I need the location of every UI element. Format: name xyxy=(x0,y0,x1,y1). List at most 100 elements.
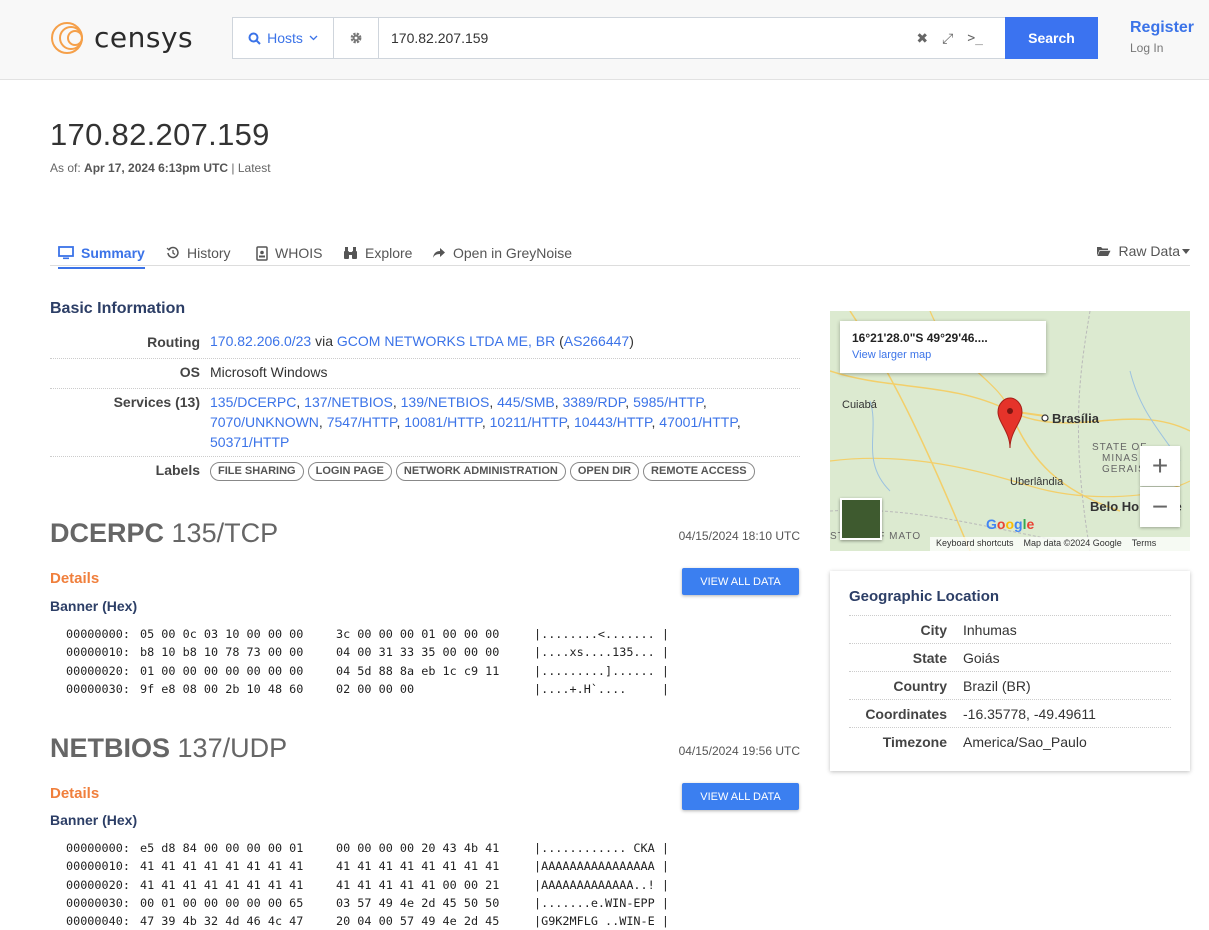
labels-row: Labels FILE SHARING LOGIN PAGE NETWORK ADM… xyxy=(50,456,800,486)
service-port: 135/TCP xyxy=(171,518,279,548)
geo-value: Goiás xyxy=(963,650,1000,666)
tab-whois[interactable]: WHOIS xyxy=(256,242,322,264)
service-link[interactable]: 135/DCERPC xyxy=(210,394,296,410)
hex-bytes: 3c 00 00 00 01 00 00 00 xyxy=(336,627,500,641)
hex-offset: 00000010: xyxy=(66,859,130,874)
service-separator: , xyxy=(702,394,707,410)
search-input[interactable] xyxy=(379,18,917,58)
service-separator: , xyxy=(625,394,634,410)
service-link[interactable]: 10081/HTTP xyxy=(404,414,482,430)
hex-bytes: 01 00 00 00 00 00 00 00 xyxy=(140,663,304,678)
hex-ascii: |........<....... | xyxy=(534,627,669,641)
keyboard-shortcuts-link[interactable]: Keyboard shortcuts xyxy=(936,538,1014,550)
routing-via: via xyxy=(311,333,337,349)
tab-greynoise[interactable]: Open in GreyNoise xyxy=(432,242,572,264)
search-type-dropdown[interactable]: Hosts xyxy=(233,18,334,58)
hex-ascii: |AAAAAAAAAAAAA..! | xyxy=(534,877,669,892)
register-link[interactable]: Register xyxy=(1130,19,1194,37)
routing-prefix-link[interactable]: 170.82.206.0/23 xyxy=(210,333,311,349)
service-separator: , xyxy=(489,394,498,410)
service-link[interactable]: 5985/HTTP xyxy=(633,394,703,410)
map-data-attribution: Map data ©2024 Google xyxy=(1023,538,1122,548)
hex-bytes: 9f e8 08 00 2b 10 48 60 xyxy=(140,681,304,696)
hex-ascii: |.........]...... | xyxy=(534,663,669,678)
zoom-out-button[interactable]: − xyxy=(1140,487,1180,527)
service-link[interactable]: 47001/HTTP xyxy=(659,414,737,430)
service-name: DCERPC xyxy=(50,518,165,548)
hex-ascii: |G9K2MFLG ..WIN-E | xyxy=(534,914,669,929)
routing-org-link[interactable]: GCOM NETWORKS LTDA ME, BR xyxy=(337,333,555,349)
service-port: 137/UDP xyxy=(177,733,288,763)
hex-bytes: 41 41 41 41 41 00 00 21 xyxy=(336,877,500,892)
os-label: OS xyxy=(179,364,200,380)
hex-bytes: 41 41 41 41 41 41 41 41 xyxy=(140,877,304,892)
search-settings-button[interactable] xyxy=(334,18,379,58)
zoom-in-button[interactable]: + xyxy=(1140,446,1180,486)
hex-bytes: 00 01 00 00 00 00 00 65 xyxy=(140,895,304,910)
service-link[interactable]: 7547/HTTP xyxy=(327,414,397,430)
service-link[interactable]: 3389/RDP xyxy=(563,394,626,410)
label-pill[interactable]: NETWORK ADMINISTRATION xyxy=(395,462,566,481)
services-label: Services (13) xyxy=(113,394,200,410)
geographic-location-card: Geographic Location City Inhumas State G… xyxy=(830,571,1190,771)
tab-explore[interactable]: Explore xyxy=(343,242,412,264)
tab-whois-label: WHOIS xyxy=(275,245,323,261)
as-of-text: As of: Apr 17, 2024 6:13pm UTC | Latest xyxy=(50,161,271,175)
service-separator: , xyxy=(566,414,574,430)
hex-ascii: |....xs....135... | xyxy=(534,645,669,660)
censys-rings-icon xyxy=(51,22,83,54)
geo-row-city: City Inhumas xyxy=(849,615,1171,643)
view-larger-map-link[interactable]: View larger map xyxy=(852,349,1034,361)
service-link[interactable]: 7070/UNKNOWN xyxy=(210,414,319,430)
hex-bytes: 05 00 0c 03 10 00 00 00 xyxy=(140,627,304,641)
map-city-brasilia: Brasília xyxy=(1052,411,1099,426)
service-link[interactable]: 10443/HTTP xyxy=(574,414,652,430)
tab-summary[interactable]: Summary xyxy=(58,242,145,269)
banner-heading: Banner (Hex) xyxy=(50,598,138,614)
terminal-icon[interactable]: >_ xyxy=(967,31,983,46)
satellite-toggle[interactable] xyxy=(840,498,882,540)
hex-offset: 00000010: xyxy=(66,645,130,660)
service-title-netbios: NETBIOS 137/UDP xyxy=(50,733,287,764)
service-link[interactable]: 137/NETBIOS xyxy=(304,394,393,410)
geo-value: -16.35778, -49.49611 xyxy=(963,706,1096,722)
hex-offset: 00000030: xyxy=(66,895,130,910)
view-all-data-button[interactable]: VIEW ALL DATA xyxy=(682,783,799,810)
service-link[interactable]: 50371/HTTP xyxy=(210,434,289,450)
raw-data-dropdown[interactable]: Raw Data xyxy=(1096,243,1190,259)
label-pill[interactable]: FILE SHARING xyxy=(210,462,304,481)
geo-value: Inhumas xyxy=(963,622,1017,638)
routing-asn-link[interactable]: AS266447 xyxy=(564,333,629,349)
view-all-data-button[interactable]: VIEW ALL DATA xyxy=(682,568,799,595)
search-type-label: Hosts xyxy=(267,30,303,46)
hex-bytes: 47 39 4b 32 4d 46 4c 47 xyxy=(140,914,304,929)
service-link[interactable]: 10211/HTTP xyxy=(490,414,567,430)
search-button[interactable]: Search xyxy=(1005,17,1098,59)
service-link[interactable]: 445/SMB xyxy=(497,394,555,410)
service-link[interactable]: 139/NETBIOS xyxy=(401,394,490,410)
hex-offset: 00000020: xyxy=(66,877,130,892)
terms-link[interactable]: Terms xyxy=(1132,538,1157,550)
label-pill[interactable]: OPEN DIR xyxy=(569,462,640,481)
tab-greynoise-label: Open in GreyNoise xyxy=(453,245,573,261)
service-date: 04/15/2024 18:10 UTC xyxy=(678,529,800,543)
clear-icon[interactable]: ✖ xyxy=(916,30,928,47)
hex-ascii: |....+.H`.... | xyxy=(534,681,669,696)
as-of-suffix: | Latest xyxy=(228,161,271,175)
service-separator: , xyxy=(392,394,401,410)
geo-key: Timezone xyxy=(882,734,947,750)
gear-icon xyxy=(350,32,362,44)
tab-history-label: History xyxy=(187,245,231,261)
censys-logo[interactable]: censys xyxy=(50,20,193,56)
as-of-prefix: As of: xyxy=(50,161,81,175)
label-pill[interactable]: LOGIN PAGE xyxy=(307,462,392,481)
geo-key: Country xyxy=(893,678,947,694)
location-map[interactable]: 16°21'28.0"S 49°29'46.... View larger ma… xyxy=(830,311,1190,551)
map-coordinates: 16°21'28.0"S 49°29'46.... xyxy=(852,331,988,345)
tab-history[interactable]: History xyxy=(166,242,231,264)
login-link[interactable]: Log In xyxy=(1130,41,1163,55)
expand-icon[interactable]: ⤢ xyxy=(942,30,953,47)
label-pill[interactable]: REMOTE ACCESS xyxy=(643,462,755,481)
hex-ascii: |............ CKA | xyxy=(534,841,669,855)
hex-bytes: 20 04 00 57 49 4e 2d 45 xyxy=(336,914,500,929)
